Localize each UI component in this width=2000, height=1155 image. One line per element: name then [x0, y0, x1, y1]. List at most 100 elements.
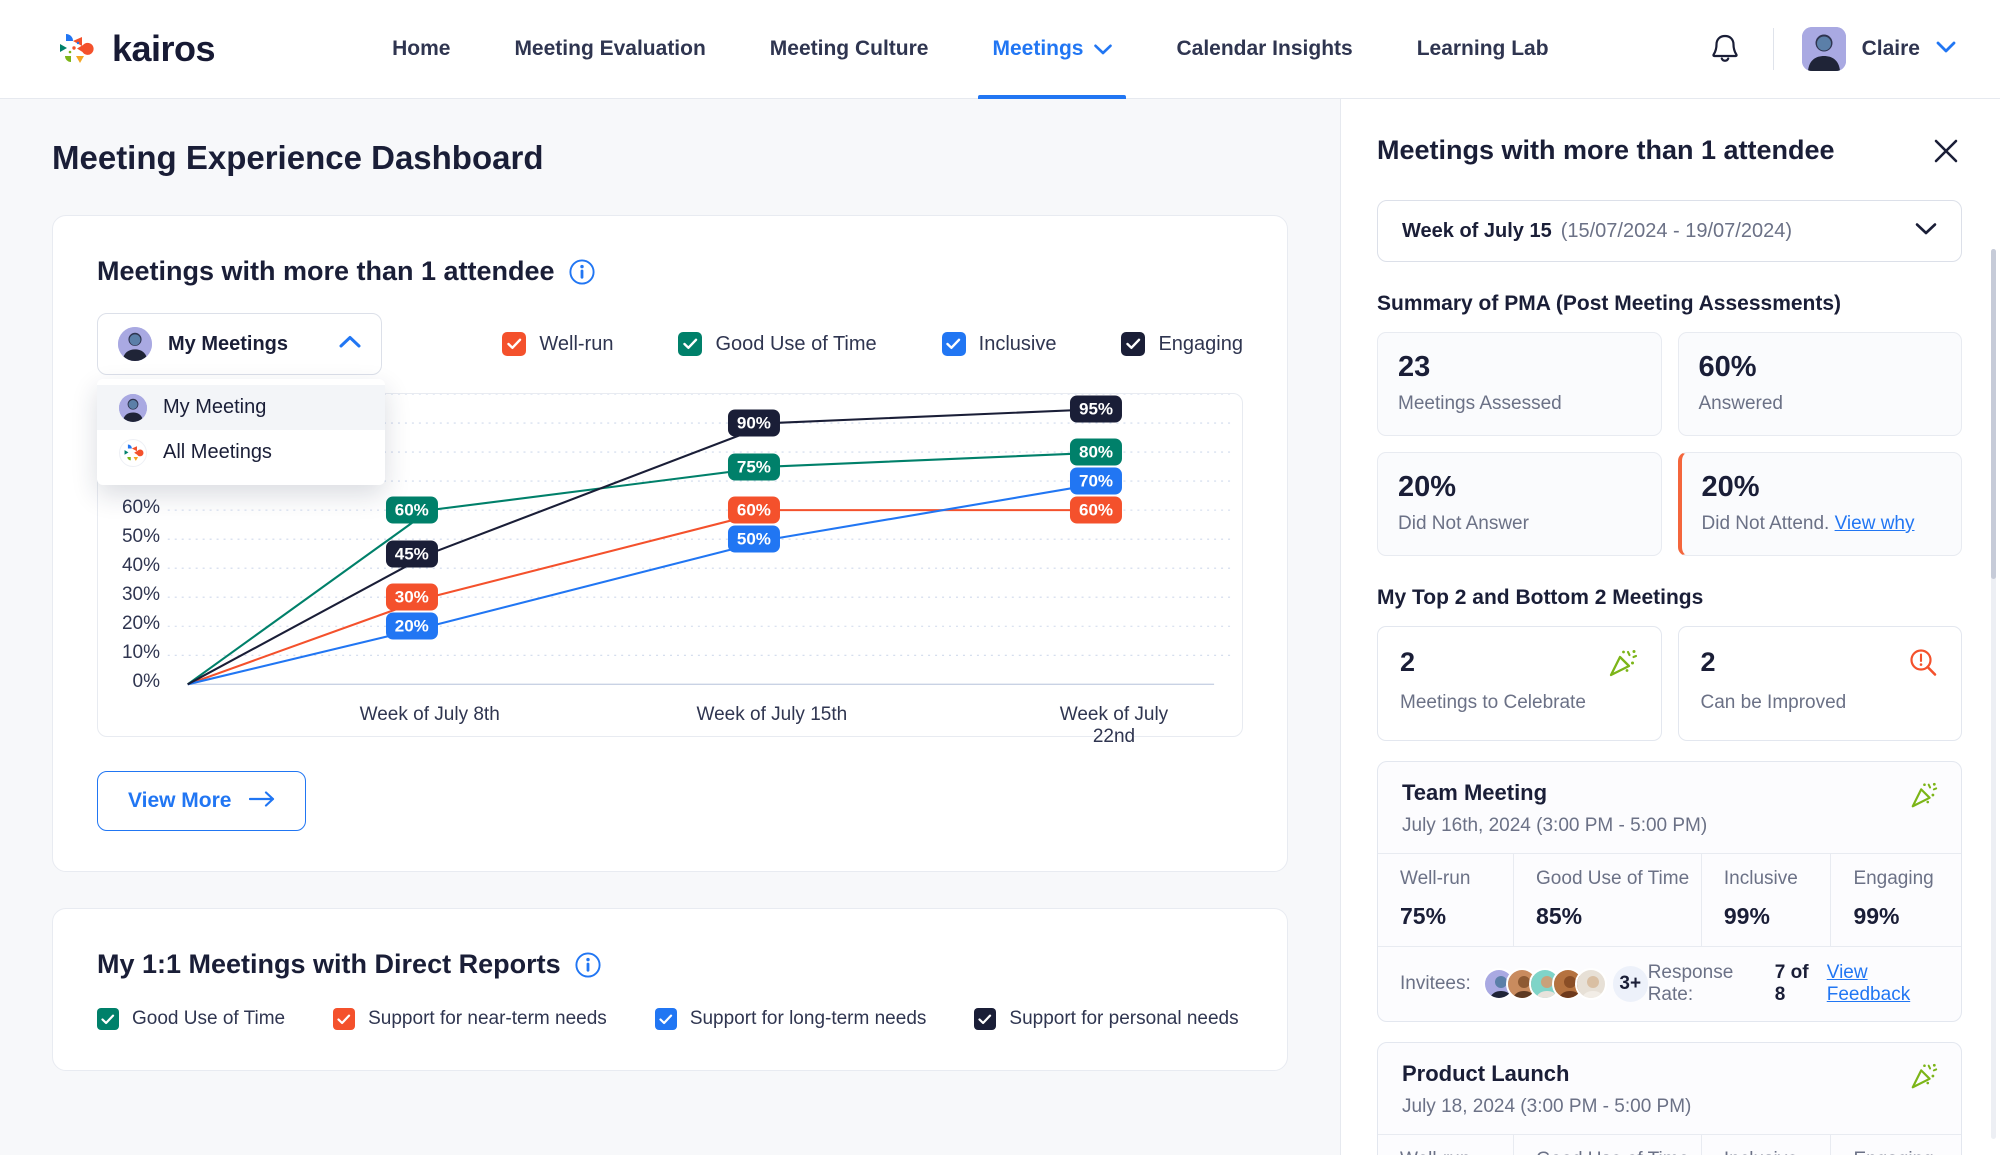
legend-item-good-use-of-time[interactable]: Good Use of Time [97, 1008, 285, 1030]
metric-inclusive: Inclusive [1702, 1135, 1832, 1155]
arrow-right-icon [249, 789, 275, 813]
checkbox-checked-icon[interactable] [678, 332, 703, 356]
chart-controls-row: My Meetings My Meeting All Meetings Well… [97, 313, 1243, 485]
nav-divider [1772, 28, 1774, 70]
chart-y-tick: 30% [121, 584, 160, 606]
stat-value: 60% [1698, 351, 1757, 383]
kpi-meetings-to-celebrate[interactable]: 2 Meetings to Celebrate [1377, 626, 1662, 741]
view-why-link[interactable]: View why [1835, 513, 1915, 534]
nav-item-meeting-evaluation[interactable]: Meeting Evaluation [482, 0, 737, 99]
one-on-one-meetings-card: My 1:1 Meetings with Direct Reports Good… [52, 908, 1288, 1071]
stat-label: Meetings Assessed [1398, 393, 1562, 414]
app-root: kairos Home Meeting Evaluation Meeting C… [0, 0, 2000, 1155]
invitee-avatar-stack[interactable] [1482, 968, 1607, 1000]
user-menu[interactable]: Claire [1801, 27, 1956, 71]
info-icon[interactable] [569, 258, 595, 285]
nav-item-meeting-culture[interactable]: Meeting Culture [738, 0, 961, 99]
checkbox-checked-icon[interactable] [941, 332, 966, 356]
nav-item-meetings[interactable]: Meetings [960, 0, 1144, 99]
metric-label: Inclusive [1723, 868, 1798, 889]
checkbox-checked-icon[interactable] [97, 1008, 119, 1030]
metric-well-run: Well-run [1378, 1135, 1515, 1155]
checkbox-checked-icon[interactable] [1121, 332, 1146, 356]
legend-item-support-long-term[interactable]: Support for long-term needs [654, 1008, 926, 1030]
card2-title: My 1:1 Meetings with Direct Reports [97, 949, 561, 979]
stat-label: Did Not Answer [1398, 513, 1529, 534]
meeting-card-product-launch[interactable]: Product Launch July 18, 2024 (3:00 PM - … [1377, 1042, 1962, 1155]
chart-y-tick: 60% [121, 497, 160, 519]
panel-scrollbar[interactable] [1991, 249, 1996, 1139]
panel-scrollbar-thumb[interactable] [1991, 249, 1996, 579]
response-rate-label: Response Rate: [1647, 962, 1734, 1005]
meeting-metrics: Well-run Good Use of Time Inclusive Enga… [1378, 1134, 1961, 1155]
legend-item-support-near-term[interactable]: Support for near-term needs [333, 1008, 607, 1030]
checkbox-checked-icon[interactable] [333, 1008, 356, 1030]
stat-label: Answered [1698, 393, 1784, 414]
view-feedback-link[interactable]: View Feedback [1827, 962, 1939, 1006]
chart-point-label: 80% [1070, 438, 1123, 466]
nav-item-home[interactable]: Home [360, 0, 482, 99]
top-navigation-bar: kairos Home Meeting Evaluation Meeting C… [0, 0, 2000, 99]
checkbox-checked-icon[interactable] [974, 1008, 997, 1030]
invitees-more-count[interactable]: 3+ [1612, 966, 1648, 1002]
week-select[interactable]: Week of July 15 (15/07/2024 - 19/07/2024… [1377, 200, 1962, 262]
bell-icon[interactable] [1705, 29, 1745, 69]
legend-item-well-run[interactable]: Well-run [502, 332, 613, 356]
legend-item-engaging[interactable]: Engaging [1121, 332, 1243, 356]
chevron-up-icon [339, 335, 361, 353]
stat-value: 20% [1398, 471, 1457, 503]
party-popper-icon [1909, 1061, 1939, 1096]
nav-item-calendar-insights[interactable]: Calendar Insights [1144, 0, 1384, 99]
kairos-logo-icon [119, 438, 147, 467]
metric-label: Well-run [1400, 1149, 1513, 1155]
nav-item-learning-lab[interactable]: Learning Lab [1385, 0, 1581, 99]
dropdown-option-label: My Meeting [163, 396, 267, 418]
party-popper-icon [1607, 647, 1639, 684]
user-name: Claire [1861, 37, 1920, 60]
card-title-row: Meetings with more than 1 attendee [97, 256, 1243, 287]
dropdown-option-all-meetings[interactable]: All Meetings [97, 430, 385, 475]
meeting-time: July 16th, 2024 (3:00 PM - 5:00 PM) [1402, 815, 1708, 836]
meeting-card-team-meeting[interactable]: Team Meeting July 16th, 2024 (3:00 PM - … [1377, 761, 1962, 1022]
meeting-name: Team Meeting [1402, 780, 1548, 805]
stat-did-not-answer: 20% Did Not Answer [1377, 452, 1662, 556]
metric-label: Engaging [1853, 1149, 1961, 1155]
dropdown-option-my-meeting[interactable]: My Meeting [97, 385, 385, 430]
legend-item-good-use-of-time[interactable]: Good Use of Time [678, 332, 877, 356]
chart-point-label: 30% [385, 583, 438, 611]
brand-logo[interactable]: kairos [52, 26, 216, 72]
info-icon[interactable] [575, 951, 601, 978]
view-more-button[interactable]: View More [97, 771, 307, 831]
top-bottom-section-title: My Top 2 and Bottom 2 Meetings [1377, 586, 1704, 609]
meetings-scope-dropdown: My Meeting All Meetings [97, 379, 385, 485]
metric-good-use-of-time: Good Use of Time [1514, 1135, 1702, 1155]
panel-title: Meetings with more than 1 attendee [1377, 135, 1835, 165]
metric-value: 75% [1400, 903, 1447, 929]
chart-point-label: 90% [727, 409, 780, 437]
nav-links: Home Meeting Evaluation Meeting Culture … [360, 0, 1580, 99]
stat-did-not-attend: 20% Did Not Attend. View why [1677, 452, 1962, 556]
page-title: Meeting Experience Dashboard [52, 139, 544, 176]
kpi-can-be-improved[interactable]: 2 Can be Improved [1677, 626, 1962, 741]
legend-item-support-personal[interactable]: Support for personal needs [974, 1008, 1239, 1030]
meetings-scope-select[interactable]: My Meetings [97, 313, 383, 375]
checkbox-checked-icon[interactable] [502, 332, 527, 356]
stat-meetings-assessed: 23 Meetings Assessed [1377, 332, 1662, 436]
stat-value: 23 [1398, 351, 1431, 383]
meeting-card-footer: Invitees: 3+ Response Rate: 7 of 8 View … [1378, 946, 1961, 1021]
close-icon[interactable] [1930, 135, 1962, 172]
chevron-down-icon [1936, 40, 1956, 58]
legend-item-inclusive[interactable]: Inclusive [941, 332, 1056, 356]
chart-y-tick: 0% [132, 671, 160, 693]
meeting-time: July 18, 2024 (3:00 PM - 5:00 PM) [1402, 1096, 1692, 1117]
kpi-label: Can be Improved [1700, 692, 1847, 713]
metric-label: Good Use of Time [1536, 868, 1690, 889]
checkbox-checked-icon[interactable] [654, 1008, 677, 1030]
nav-right-group: Claire [1705, 27, 1956, 71]
stat-answered: 60% Answered [1677, 332, 1962, 436]
magnifier-alert-icon [1907, 647, 1939, 684]
metric-label: Well-run [1400, 868, 1471, 889]
kpi-value: 2 [1400, 647, 1416, 677]
chart-point-label: 60% [385, 496, 438, 524]
legend-label: Well-run [539, 332, 614, 355]
